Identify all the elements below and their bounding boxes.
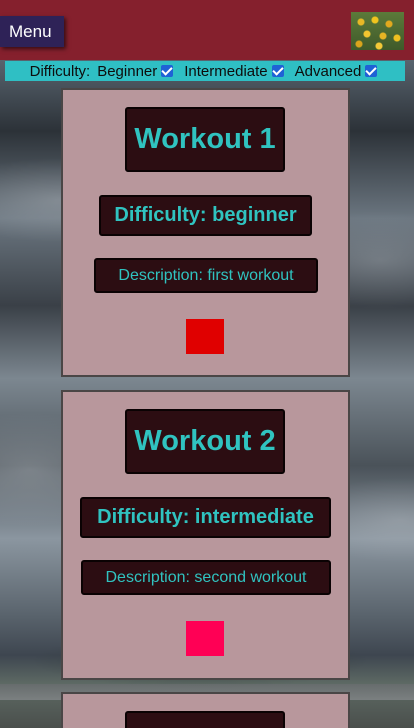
filter-label: Difficulty: [29, 62, 91, 80]
workout-description: Description: second workout [81, 560, 331, 595]
difficulty-filter-bar: Difficulty: Beginner Intermediate Advanc… [5, 61, 405, 81]
advanced-checkbox[interactable] [365, 65, 378, 77]
filter-beginner-label: Beginner [97, 62, 158, 80]
filter-beginner: Beginner [93, 62, 174, 80]
sunflower-logo-image [351, 12, 404, 50]
menu-button[interactable]: Menu [0, 16, 64, 47]
workout-card: Workout 1 Difficulty: beginner Descripti… [61, 88, 350, 377]
workout-card [61, 692, 350, 728]
workout-title [125, 711, 285, 728]
workout-title: Workout 1 [125, 107, 285, 172]
filter-intermediate: Intermediate [184, 62, 284, 80]
app-header: Menu [0, 0, 414, 60]
workout-card: Workout 2 Difficulty: intermediate Descr… [61, 390, 350, 680]
filter-intermediate-label: Intermediate [184, 62, 268, 80]
workout-description: Description: first workout [94, 258, 318, 293]
beginner-checkbox[interactable] [161, 65, 174, 77]
workout-difficulty: Difficulty: beginner [99, 195, 312, 236]
workout-color-swatch [186, 621, 224, 656]
workout-title: Workout 2 [125, 409, 285, 474]
workout-difficulty: Difficulty: intermediate [80, 497, 331, 538]
intermediate-checkbox[interactable] [271, 65, 284, 77]
filter-advanced-label: Advanced [294, 62, 362, 80]
filter-advanced: Advanced [295, 63, 378, 80]
workout-color-swatch [186, 319, 224, 354]
